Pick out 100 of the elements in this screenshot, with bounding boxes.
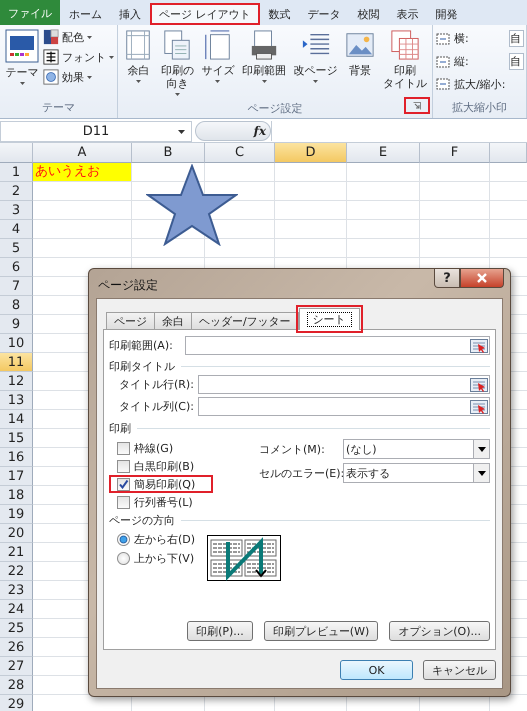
row-header[interactable]: 7 [0,277,33,296]
dropdown-button[interactable] [473,440,489,458]
row-header[interactable]: 27 [0,657,33,676]
dialog-action-button[interactable]: 印刷プレビュー(W) [264,621,378,641]
theme-option-button[interactable]: 効果 [43,69,114,85]
dropdown[interactable]: (なし) [343,439,490,459]
radio-label: 上から下(V) [134,551,194,566]
scale-field[interactable]: 自 [509,53,524,70]
formula-bar-handle[interactable]: fx [195,121,271,141]
ribbon-tab[interactable]: ファイル [0,0,60,25]
range-field[interactable] [198,375,490,394]
row-header[interactable]: 11 [0,353,33,372]
select-all-corner[interactable] [0,143,33,163]
cancel-button[interactable]: キャンセル [423,660,496,680]
ribbon-tab[interactable]: ページ レイアウト [150,3,260,25]
dialog-action-button[interactable]: 印刷(P)... [187,621,253,641]
row-header[interactable]: 28 [0,676,33,695]
checkbox-option[interactable]: 行列番号(L) [109,493,213,511]
row-header[interactable]: 14 [0,410,33,429]
row-header[interactable]: 13 [0,391,33,410]
row-header[interactable]: 26 [0,638,33,657]
checkbox[interactable] [117,496,130,508]
row-header[interactable]: 9 [0,315,33,334]
ribbon-tab[interactable]: 校閲 [350,3,388,25]
dialog-tab[interactable]: ページ [106,312,155,330]
column-header[interactable] [490,143,527,163]
insert-function-button[interactable]: fx [254,124,266,138]
help-button[interactable]: ? [434,269,460,288]
radio-button[interactable] [117,552,130,565]
column-header[interactable]: C [205,143,275,163]
ribbon-tab[interactable]: 開発 [428,3,466,25]
dropdown-button[interactable] [473,464,489,482]
dialog-action-button[interactable]: オプション(O)... [389,621,490,641]
effects-icon [43,69,59,85]
row-header[interactable]: 5 [0,239,33,258]
row-header[interactable]: 4 [0,220,33,239]
page-setup-button[interactable]: 印刷 タイトル [379,27,430,101]
page-setup-button[interactable]: 背景 [342,27,378,101]
checkbox-option[interactable]: 白黒印刷(B) [109,457,213,475]
ribbon-tab[interactable]: データ [300,3,348,25]
ribbon-tab[interactable]: ホーム [61,3,110,25]
row-header[interactable]: 10 [0,334,33,353]
row-header[interactable]: 17 [0,467,33,486]
page-setup-button[interactable]: サイズ [198,27,238,101]
row-header[interactable]: 15 [0,429,33,448]
range-picker-icon[interactable] [470,338,488,352]
range-picker-icon[interactable] [470,400,488,414]
dialog-launcher-button[interactable] [404,97,430,114]
checkbox-option[interactable]: 枠線(G) [109,439,213,457]
row-header[interactable]: 1 [0,163,33,182]
row-header[interactable]: 8 [0,296,33,315]
name-box[interactable]: D11 [0,120,192,142]
row-header[interactable]: 21 [0,543,33,562]
row-header[interactable]: 23 [0,581,33,600]
row-header[interactable]: 24 [0,600,33,619]
ok-button[interactable]: OK [340,660,413,680]
checkbox[interactable] [117,478,130,490]
scale-field[interactable]: 自 [509,30,524,47]
row-header[interactable]: 22 [0,562,33,581]
page-setup-button[interactable]: 印刷範囲 [238,27,290,101]
page-setup-button[interactable]: 印刷の 向き [158,27,198,101]
row-header[interactable]: 29 [0,695,33,711]
scale-icon [435,54,451,70]
column-header[interactable]: D [275,143,347,163]
column-header[interactable]: B [132,143,205,163]
row-header[interactable]: 18 [0,486,33,505]
ribbon-tab[interactable]: 数式 [260,3,298,25]
row-header[interactable]: 12 [0,372,33,391]
dropdown[interactable]: 表示する [343,463,490,483]
range-field[interactable] [198,397,490,416]
dialog-tab[interactable]: 余白 [154,312,192,330]
ribbon-tab[interactable]: 挿入 [111,3,149,25]
range-picker-icon[interactable] [470,378,488,392]
dialog-tab[interactable]: ヘッダー/フッター [191,312,299,330]
radio-button[interactable] [117,533,130,546]
row-header[interactable]: 6 [0,258,33,277]
font-icon [43,49,59,65]
row-header[interactable]: 20 [0,524,33,543]
table-cell[interactable]: あいうえお [33,163,131,181]
theme-option-button[interactable]: 配色 [43,29,114,45]
row-header[interactable]: 25 [0,619,33,638]
column-header[interactable]: A [33,143,132,163]
range-field[interactable] [185,336,490,355]
close-button[interactable] [460,269,504,288]
ribbon-tab[interactable]: 表示 [388,3,426,25]
row-header[interactable]: 19 [0,505,33,524]
row-header[interactable]: 16 [0,448,33,467]
row-header[interactable]: 3 [0,201,33,220]
page-setup-button[interactable]: 余白 [120,27,157,101]
column-header[interactable]: E [347,143,420,163]
checkbox[interactable] [117,460,130,472]
page-setup-button[interactable]: 改ページ [290,27,341,101]
dialog-tab[interactable]: シート [298,308,360,330]
theme-option-button[interactable]: フォント [43,49,114,65]
checkbox[interactable] [117,442,130,454]
scale-icon [435,76,451,92]
row-header[interactable]: 2 [0,182,33,201]
themes-button[interactable]: テーマ [2,27,42,100]
checkbox-option[interactable]: 簡易印刷(Q) [109,475,213,493]
column-header[interactable]: F [420,143,490,163]
